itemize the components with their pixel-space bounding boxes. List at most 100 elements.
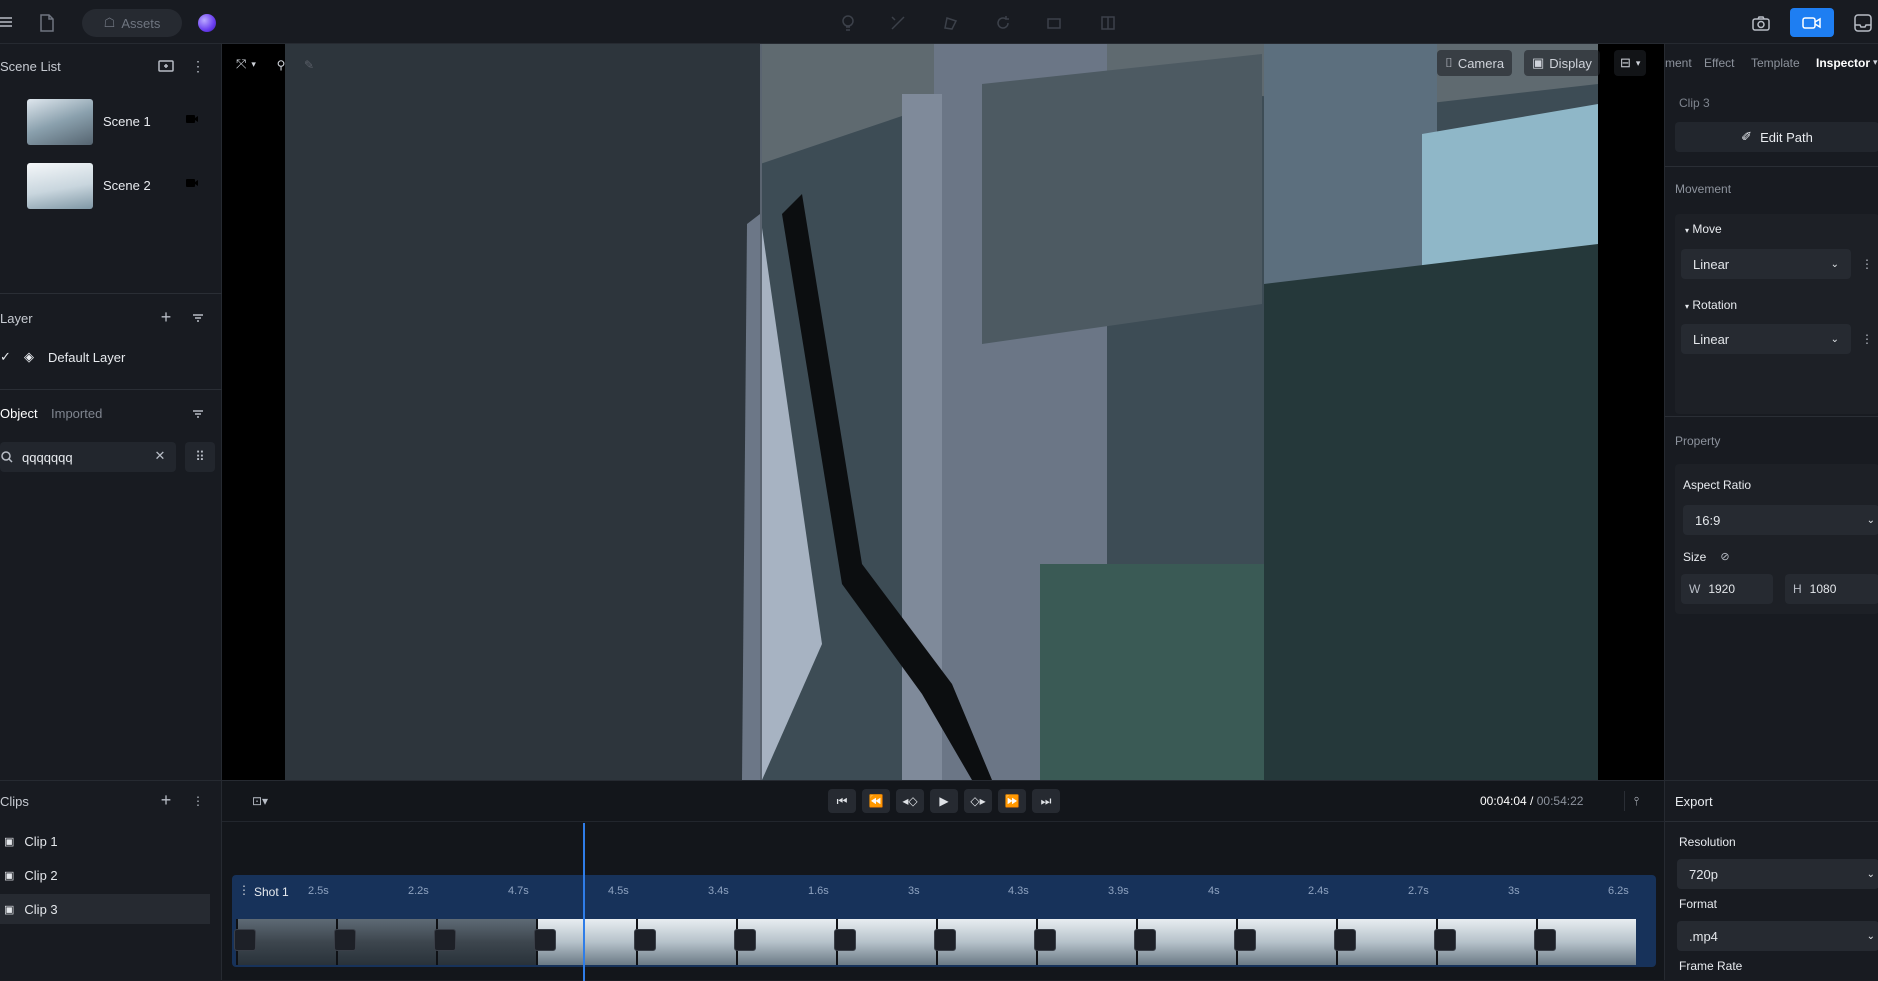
keyframe-camera-icon[interactable] xyxy=(434,929,456,951)
move-easing-value: Linear xyxy=(1693,256,1730,272)
search-box[interactable]: qqqqqqq ✕ xyxy=(0,442,176,472)
ai-orb-icon[interactable] xyxy=(198,14,216,32)
divider xyxy=(1665,821,1878,822)
rotation-easing-select[interactable]: Linear ⌄ xyxy=(1681,324,1851,354)
keyframe-camera-icon[interactable] xyxy=(1534,929,1556,951)
inspector-panel: ment Effect Template Inspector ▾ Clip 3 … xyxy=(1664,44,1878,780)
keyframe-camera-icon[interactable] xyxy=(334,929,356,951)
file-icon[interactable] xyxy=(36,12,58,34)
clip-icon: ▣ xyxy=(4,869,15,882)
format-value: .mp4 xyxy=(1689,928,1718,944)
tab-template[interactable]: Template xyxy=(1751,56,1800,70)
timeline[interactable]: ⊡▾ ⏮ ⏪ ◂◇ ▶ ◇▸ ⏩ ⏭ 00:04:04 / 00:54:22 ⫯… xyxy=(222,780,1664,981)
keyframe-camera-icon[interactable] xyxy=(834,929,856,951)
clip-item[interactable]: ▣ Clip 1 xyxy=(0,826,210,856)
format-select[interactable]: .mp4 ⌄ xyxy=(1677,921,1878,951)
tab-effect[interactable]: Effect xyxy=(1704,56,1734,70)
more-options-icon[interactable]: ⋮ xyxy=(1861,255,1873,273)
menu-icon[interactable] xyxy=(0,12,14,32)
scene-item[interactable]: Scene 1 xyxy=(27,99,199,147)
add-layer-icon[interactable]: + xyxy=(158,307,174,327)
divider xyxy=(1665,416,1878,417)
playhead[interactable] xyxy=(583,823,585,981)
keyframe-camera-icon[interactable] xyxy=(934,929,956,951)
search-input[interactable]: qqqqqqq xyxy=(22,450,73,465)
clip-item-selected[interactable]: ▣ Clip 3 xyxy=(0,894,210,924)
clear-icon[interactable]: ✕ xyxy=(152,448,168,464)
shot-track[interactable]: ⋮ Shot 1 2.5s 2.2s 4.7s 4.5s 3.4s 1.6s 3s 4.3s 3… xyxy=(232,875,1656,967)
keyframe-camera-icon[interactable] xyxy=(534,929,556,951)
prev-keyframe-button[interactable]: ◂◇ xyxy=(896,789,924,813)
split-icon[interactable]: ⫯ xyxy=(1624,791,1648,811)
tab-movement[interactable]: ment xyxy=(1665,56,1692,70)
add-clip-icon[interactable]: + xyxy=(158,790,174,810)
tab-inspector[interactable]: Inspector xyxy=(1816,56,1870,70)
more-options-icon[interactable]: ⋮ xyxy=(1861,330,1873,348)
keyframe-camera-icon[interactable] xyxy=(1134,929,1156,951)
keyframe-camera-icon[interactable] xyxy=(634,929,656,951)
bulb-icon[interactable] xyxy=(838,13,858,33)
height-input[interactable]: H 1080 xyxy=(1785,574,1878,604)
shape-tool-icon[interactable] xyxy=(940,13,960,33)
record-video-button[interactable] xyxy=(1790,8,1834,37)
tab-imported[interactable]: Imported xyxy=(51,406,102,421)
next-keyframe-button[interactable]: ◇▸ xyxy=(964,789,992,813)
magic-wand-icon[interactable]: ✎ xyxy=(300,56,318,74)
resolution-select[interactable]: 720p ⌄ xyxy=(1677,859,1878,889)
chevron-down-icon[interactable]: ▾ xyxy=(1873,57,1878,68)
keyframe-camera-icon[interactable] xyxy=(234,929,256,951)
edit-path-icon: ✐ xyxy=(1741,129,1753,144)
move-section-toggle[interactable]: ▾ Move xyxy=(1685,222,1722,236)
display-button[interactable]: ▣ Display xyxy=(1524,50,1600,76)
crop-tool-icon[interactable] xyxy=(1098,13,1118,33)
viewport[interactable]: ⤧ ▾ ⚲ ✎ ⌷ Camera ▣ Display ⊟ ▾ xyxy=(222,44,1664,780)
rotate-tool-icon[interactable] xyxy=(993,13,1013,33)
keyframe-camera-icon[interactable] xyxy=(1334,929,1356,951)
property-title: Property xyxy=(1675,434,1721,448)
filter-icon[interactable] xyxy=(190,310,206,326)
width-input[interactable]: W 1920 xyxy=(1681,574,1773,604)
camera-button[interactable]: ⌷ Camera xyxy=(1437,50,1513,76)
camera-icon[interactable] xyxy=(185,177,199,191)
aspect-ratio-select[interactable]: 16:9 ⌄ xyxy=(1683,505,1878,535)
person-pin-icon[interactable]: ⚲ xyxy=(272,56,290,74)
keyframe-camera-icon[interactable] xyxy=(734,929,756,951)
fast-forward-button[interactable]: ⏩ xyxy=(998,789,1026,813)
edit-path-button[interactable]: ✐ Edit Path xyxy=(1675,122,1878,152)
layer-item[interactable]: ✓ ◈ Default Layer xyxy=(0,344,200,370)
transform-tool[interactable]: ⤧ ▾ xyxy=(236,44,256,84)
drag-handle-icon[interactable]: ⋮ xyxy=(238,883,250,897)
skip-to-start-button[interactable]: ⏮ xyxy=(828,789,856,813)
filter-icon[interactable] xyxy=(190,406,206,422)
scene-item[interactable]: Scene 2 xyxy=(27,163,199,211)
path-tool-icon[interactable] xyxy=(888,13,908,33)
scene-list-title: Scene List xyxy=(0,59,61,74)
check-icon[interactable]: ✓ xyxy=(0,349,14,365)
chevron-down-icon: ⌄ xyxy=(1830,258,1839,270)
tab-object[interactable]: Object xyxy=(0,406,38,421)
play-button[interactable]: ▶ xyxy=(930,789,958,813)
keyframe-camera-icon[interactable] xyxy=(1434,929,1456,951)
movement-group xyxy=(1675,214,1878,414)
keyframe-camera-icon[interactable] xyxy=(1234,929,1256,951)
frame-tool-icon[interactable] xyxy=(1044,13,1064,33)
assets-button[interactable]: ☖ Assets xyxy=(82,9,182,37)
move-easing-select[interactable]: Linear ⌄ xyxy=(1681,249,1851,279)
time-separator: / xyxy=(1526,794,1537,808)
more-options-icon[interactable]: ⋮ xyxy=(190,58,206,74)
keyframe-camera-icon[interactable] xyxy=(1034,929,1056,951)
add-scene-icon[interactable] xyxy=(157,58,175,74)
skip-to-end-button[interactable]: ⏭ xyxy=(1032,789,1060,813)
rewind-button[interactable]: ⏪ xyxy=(862,789,890,813)
grid-view-icon[interactable]: ⠿ xyxy=(185,442,215,472)
clip-duration-label: 3s xyxy=(908,885,920,897)
inbox-icon[interactable] xyxy=(1852,12,1874,34)
more-options-icon[interactable]: ⋮ xyxy=(190,793,206,809)
screenshot-camera-icon[interactable] xyxy=(1750,12,1772,34)
camera-icon[interactable] xyxy=(185,113,199,127)
rotation-section-toggle[interactable]: ▾ Rotation xyxy=(1685,298,1737,312)
add-keyframe-icon[interactable]: ⊡▾ xyxy=(244,791,276,811)
unlink-icon[interactable]: ⊘ xyxy=(1717,548,1733,564)
view-options-button[interactable]: ⊟ ▾ xyxy=(1614,50,1647,76)
clip-item[interactable]: ▣ Clip 2 xyxy=(0,860,210,890)
